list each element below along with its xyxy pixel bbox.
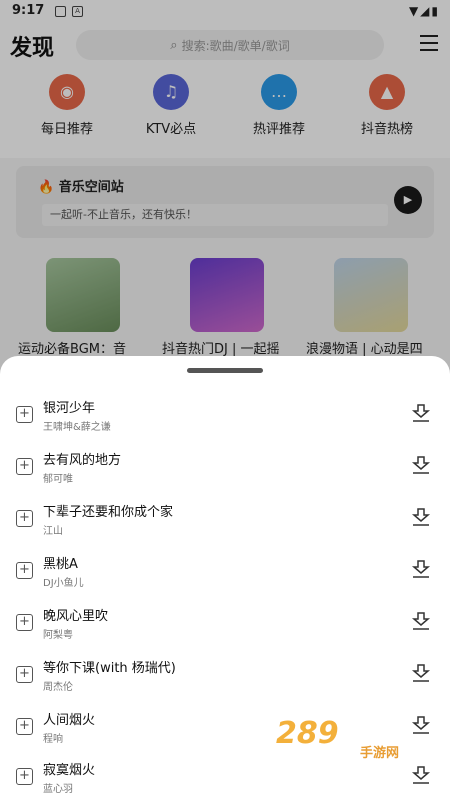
song-artist: 蓝心羽 [43,784,73,795]
download-icon[interactable] [410,764,432,786]
download-icon[interactable] [410,714,432,736]
song-row[interactable]: + 黑桃A DJ小鱼儿 [0,548,450,598]
drag-handle[interactable] [187,368,263,373]
song-artist: 周杰伦 [43,682,73,693]
add-icon[interactable]: + [16,458,33,475]
song-artist: DJ小鱼儿 [43,578,84,589]
add-icon[interactable]: + [16,718,33,735]
download-icon[interactable] [410,454,432,476]
add-icon[interactable]: + [16,768,33,785]
song-artist: 王啸坤&薛之谦 [43,422,111,433]
download-icon[interactable] [410,558,432,580]
add-icon[interactable]: + [16,562,33,579]
watermark-text: 手游网 [360,746,400,761]
song-name: 去有风的地方 [43,453,122,468]
download-icon[interactable] [410,402,432,424]
song-row[interactable]: + 去有风的地方 郁可唯 [0,444,450,494]
song-artist: 郁可唯 [43,474,73,485]
song-row[interactable]: + 银河少年 王啸坤&薛之谦 [0,392,450,442]
song-list-sheet: + 银河少年 王啸坤&薛之谦 + 去有风的地方 郁可唯 + 下辈子还要和你成个家… [0,356,450,800]
song-name: 下辈子还要和你成个家 [43,505,174,520]
song-name: 晚风心里吹 [43,609,109,624]
download-icon[interactable] [410,662,432,684]
song-artist: 程响 [43,734,63,745]
song-artist: 阿梨粤 [43,630,73,641]
watermark-logo: 289 [276,716,339,751]
song-name: 人间烟火 [43,713,96,728]
song-row[interactable]: + 晚风心里吹 阿梨粤 [0,600,450,650]
download-icon[interactable] [410,506,432,528]
song-name: 黑桃A [43,557,78,572]
add-icon[interactable]: + [16,406,33,423]
song-name: 寂寞烟火 [43,763,96,778]
download-icon[interactable] [410,610,432,632]
song-name: 等你下课(with 杨瑞代) [43,661,176,676]
add-icon[interactable]: + [16,666,33,683]
song-row[interactable]: + 等你下课(with 杨瑞代) 周杰伦 [0,652,450,702]
song-row[interactable]: + 下辈子还要和你成个家 江山 [0,496,450,546]
song-artist: 江山 [43,526,63,537]
add-icon[interactable]: + [16,614,33,631]
song-name: 银河少年 [43,401,96,416]
add-icon[interactable]: + [16,510,33,527]
